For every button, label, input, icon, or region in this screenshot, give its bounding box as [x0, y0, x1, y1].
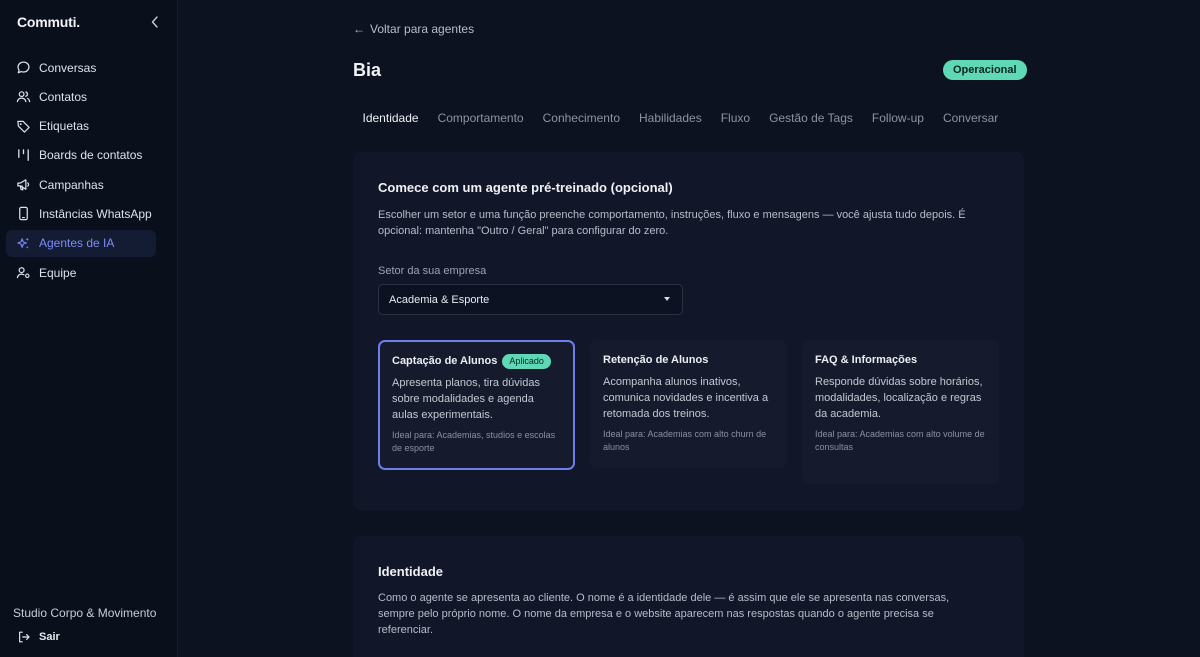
sidebar-item-conversas[interactable]: Conversas [6, 54, 156, 81]
sidebar-item-etiquetas[interactable]: Etiquetas [6, 113, 156, 140]
sidebar-item-agentes[interactable]: Agentes de IA [6, 229, 156, 257]
caret-down-icon [664, 297, 670, 301]
sector-select[interactable]: Academia & Esporte [378, 284, 683, 315]
pretrained-title: Comece com um agente pré-treinado (opcio… [378, 180, 673, 195]
tag-icon [17, 120, 30, 133]
sidebar-item-label: Conversas [39, 60, 97, 75]
tab-identidade[interactable]: Identidade [353, 108, 428, 128]
applied-badge: Aplicado [502, 353, 551, 369]
megaphone-icon [17, 179, 30, 191]
sidebar-item-campanhas[interactable]: Campanhas [6, 171, 156, 198]
template-ideal-for: Ideal para: Academias com alto churn de … [603, 429, 767, 452]
logout-button[interactable]: Sair [17, 630, 60, 644]
sidebar: Commuti. Conversas Contatos Etiquetas Bo… [0, 0, 178, 657]
logout-icon [19, 631, 30, 643]
sidebar-item-instancias[interactable]: Instâncias WhatsApp [6, 200, 156, 227]
identity-description: Como o agente se apresenta ao cliente. O… [378, 592, 950, 636]
sidebar-item-label: Campanhas [39, 177, 104, 192]
sidebar-nav: Conversas Contatos Etiquetas Boards de c… [6, 54, 156, 288]
template-card-captacao[interactable]: Captação de Alunos Aplicado Apresenta pl… [378, 340, 575, 470]
template-list: Captação de Alunos Aplicado Apresenta pl… [378, 340, 1000, 485]
sidebar-item-label: Equipe [39, 265, 77, 280]
logout-label: Sair [39, 631, 60, 643]
phone-icon [19, 207, 28, 221]
status-badge: Operacional [943, 60, 1027, 80]
sidebar-item-label: Agentes de IA [39, 236, 115, 251]
agent-tabs: Identidade Comportamento Conhecimento Ha… [353, 108, 1008, 128]
tab-conversar[interactable]: Conversar [933, 108, 1007, 128]
tab-gestao-de-tags[interactable]: Gestão de Tags [760, 108, 863, 128]
sidebar-item-label: Instâncias WhatsApp [39, 206, 152, 221]
template-ideal-for: Ideal para: Academias com alto volume de… [815, 429, 985, 452]
template-description: Responde dúvidas sobre horários, modalid… [815, 376, 983, 420]
brand-logo: Commuti. [17, 14, 80, 30]
sector-select-value: Academia & Esporte [389, 293, 490, 306]
sector-label: Setor da sua empresa [378, 265, 487, 277]
template-name: Captação de Alunos [392, 355, 498, 367]
identity-card: Identidade Como o agente se apresenta ao… [353, 536, 1024, 657]
back-to-agents-link[interactable]: ← Voltar para agentes [353, 22, 474, 36]
arrow-left-icon: ← [353, 22, 365, 36]
template-card-faq[interactable]: FAQ & Informações Responde dúvidas sobre… [802, 340, 999, 484]
tab-comportamento[interactable]: Comportamento [428, 108, 533, 128]
tab-conhecimento[interactable]: Conhecimento [533, 108, 629, 128]
identity-title: Identidade [378, 564, 444, 579]
template-description: Apresenta planos, tira dúvidas sobre mod… [392, 377, 540, 421]
sidebar-item-label: Etiquetas [39, 119, 90, 134]
tab-fluxo[interactable]: Fluxo [711, 108, 759, 128]
sidebar-item-boards[interactable]: Boards de contatos [6, 142, 156, 169]
sidebar-item-contatos[interactable]: Contatos [6, 83, 156, 110]
organization-name: Studio Corpo & Movimento [13, 606, 157, 620]
chevron-left-icon [151, 16, 158, 28]
collapse-sidebar-button[interactable] [148, 14, 162, 30]
page-title: Bia [353, 60, 382, 80]
sidebar-item-label: Contatos [39, 89, 88, 104]
template-card-retencao[interactable]: Retenção de Alunos Acompanha alunos inat… [590, 340, 787, 468]
tab-habilidades[interactable]: Habilidades [630, 108, 712, 128]
pretrained-description: Escolher um setor e uma função preenche … [378, 209, 966, 237]
sidebar-item-label: Boards de contatos [39, 148, 143, 163]
template-ideal-for: Ideal para: Academias, studios e escolas… [392, 430, 556, 453]
sparkles-icon [17, 237, 30, 249]
template-name: Retenção de Alunos [603, 354, 709, 366]
pretrained-agent-card: Comece com um agente pré-treinado (opcio… [353, 152, 1024, 510]
user-settings-icon [16, 267, 30, 279]
tab-follow-up[interactable]: Follow-up [862, 108, 933, 128]
users-icon [16, 91, 31, 103]
sidebar-item-equipe[interactable]: Equipe [6, 259, 156, 286]
template-name: FAQ & Informações [815, 354, 918, 366]
back-link-label: Voltar para agentes [370, 22, 475, 36]
kanban-icon [18, 149, 29, 161]
chat-bubble-icon [17, 61, 30, 74]
template-description: Acompanha alunos inativos, comunica novi… [603, 376, 769, 420]
